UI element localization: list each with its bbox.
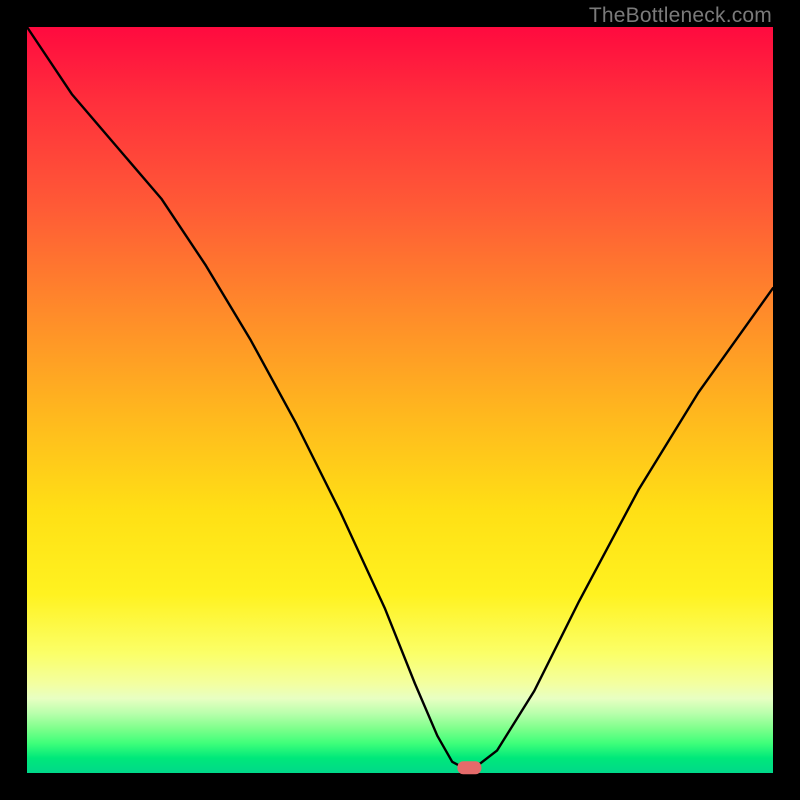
plot-area [27,27,773,773]
bottleneck-curve [27,27,773,768]
watermark-text: TheBottleneck.com [589,4,772,28]
chart-frame: TheBottleneck.com [0,0,800,800]
curve-svg [27,27,773,773]
optimal-point-marker [457,761,481,774]
